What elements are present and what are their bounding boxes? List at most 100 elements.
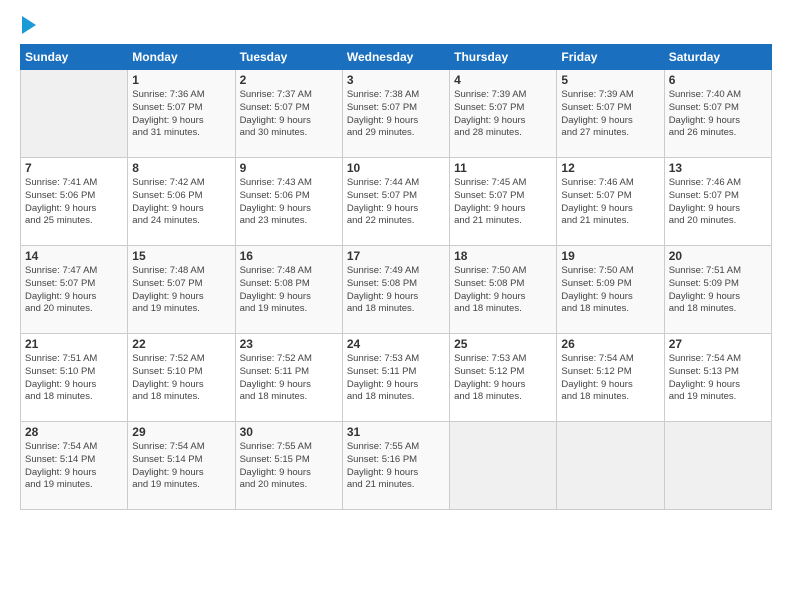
calendar-cell: 10Sunrise: 7:44 AMSunset: 5:07 PMDayligh… (342, 158, 449, 246)
weekday-wednesday: Wednesday (342, 45, 449, 70)
calendar-cell: 24 Sunrise: 7:53 AMSunset: 5:11 PMDayligh… (342, 334, 449, 422)
weekday-saturday: Saturday (664, 45, 771, 70)
day-number: 5 (561, 73, 659, 87)
day-info: Sunrise: 7:50 AMSunset: 5:08 PMDaylight:… (454, 265, 552, 316)
week-row-4: 28 Sunrise: 7:54 AMSunset: 5:14 PMDayligh… (21, 422, 772, 510)
calendar-cell: 12 Sunrise: 7:46 AMSunset: 5:07 PMDayligh… (557, 158, 664, 246)
day-number: 10 (347, 161, 445, 175)
calendar-cell: 14Sunrise: 7:47 AMSunset: 5:07 PMDayligh… (21, 246, 128, 334)
day-number: 16 (240, 249, 338, 263)
calendar-cell (450, 422, 557, 510)
day-info: Sunrise: 7:55 AMSunset: 5:16 PMDaylight:… (347, 441, 445, 492)
day-info: Sunrise: 7:54 AMSunset: 5:14 PMDaylight:… (132, 441, 230, 492)
day-number: 19 (561, 249, 659, 263)
day-info: Sunrise: 7:51 AMSunset: 5:10 PMDaylight:… (25, 353, 123, 404)
calendar-cell (557, 422, 664, 510)
day-info: Sunrise: 7:39 AMSunset: 5:07 PMDaylight:… (454, 89, 552, 140)
day-info: Sunrise: 7:37 AMSunset: 5:07 PMDaylight:… (240, 89, 338, 140)
calendar-cell: 11 Sunrise: 7:45 AMSunset: 5:07 PMDayligh… (450, 158, 557, 246)
day-number: 28 (25, 425, 123, 439)
day-number: 31 (347, 425, 445, 439)
calendar-cell: 26 Sunrise: 7:54 AMSunset: 5:12 PMDayligh… (557, 334, 664, 422)
day-number: 25 (454, 337, 552, 351)
day-info: Sunrise: 7:48 AMSunset: 5:07 PMDaylight:… (132, 265, 230, 316)
day-number: 9 (240, 161, 338, 175)
calendar-cell: 25 Sunrise: 7:53 AMSunset: 5:12 PMDayligh… (450, 334, 557, 422)
day-number: 22 (132, 337, 230, 351)
calendar-cell: 6 Sunrise: 7:40 AMSunset: 5:07 PMDaylight… (664, 70, 771, 158)
day-info: Sunrise: 7:43 AMSunset: 5:06 PMDaylight:… (240, 177, 338, 228)
day-number: 18 (454, 249, 552, 263)
calendar-cell: 3 Sunrise: 7:38 AMSunset: 5:07 PMDaylight… (342, 70, 449, 158)
day-number: 15 (132, 249, 230, 263)
day-info: Sunrise: 7:47 AMSunset: 5:07 PMDaylight:… (25, 265, 123, 316)
day-number: 23 (240, 337, 338, 351)
day-info: Sunrise: 7:49 AMSunset: 5:08 PMDaylight:… (347, 265, 445, 316)
weekday-monday: Monday (128, 45, 235, 70)
day-info: Sunrise: 7:53 AMSunset: 5:12 PMDaylight:… (454, 353, 552, 404)
day-info: Sunrise: 7:48 AMSunset: 5:08 PMDaylight:… (240, 265, 338, 316)
calendar: SundayMondayTuesdayWednesdayThursdayFrid… (20, 44, 772, 510)
day-number: 24 (347, 337, 445, 351)
page: SundayMondayTuesdayWednesdayThursdayFrid… (0, 0, 792, 612)
calendar-cell: 29Sunrise: 7:54 AMSunset: 5:14 PMDayligh… (128, 422, 235, 510)
calendar-cell: 16 Sunrise: 7:48 AMSunset: 5:08 PMDayligh… (235, 246, 342, 334)
day-number: 2 (240, 73, 338, 87)
calendar-cell: 7Sunrise: 7:41 AMSunset: 5:06 PMDaylight… (21, 158, 128, 246)
calendar-cell: 5 Sunrise: 7:39 AMSunset: 5:07 PMDaylight… (557, 70, 664, 158)
day-number: 3 (347, 73, 445, 87)
day-info: Sunrise: 7:38 AMSunset: 5:07 PMDaylight:… (347, 89, 445, 140)
day-info: Sunrise: 7:52 AMSunset: 5:10 PMDaylight:… (132, 353, 230, 404)
day-info: Sunrise: 7:39 AMSunset: 5:07 PMDaylight:… (561, 89, 659, 140)
day-number: 4 (454, 73, 552, 87)
day-info: Sunrise: 7:46 AMSunset: 5:07 PMDaylight:… (561, 177, 659, 228)
day-info: Sunrise: 7:50 AMSunset: 5:09 PMDaylight:… (561, 265, 659, 316)
calendar-cell: 23 Sunrise: 7:52 AMSunset: 5:11 PMDayligh… (235, 334, 342, 422)
calendar-cell: 19 Sunrise: 7:50 AMSunset: 5:09 PMDayligh… (557, 246, 664, 334)
day-info: Sunrise: 7:40 AMSunset: 5:07 PMDaylight:… (669, 89, 767, 140)
day-number: 8 (132, 161, 230, 175)
calendar-cell (664, 422, 771, 510)
weekday-tuesday: Tuesday (235, 45, 342, 70)
calendar-cell: 9 Sunrise: 7:43 AMSunset: 5:06 PMDaylight… (235, 158, 342, 246)
day-number: 6 (669, 73, 767, 87)
day-number: 1 (132, 73, 230, 87)
weekday-sunday: Sunday (21, 45, 128, 70)
header (20, 18, 772, 34)
day-info: Sunrise: 7:53 AMSunset: 5:11 PMDaylight:… (347, 353, 445, 404)
weekday-header-row: SundayMondayTuesdayWednesdayThursdayFrid… (21, 45, 772, 70)
day-number: 27 (669, 337, 767, 351)
day-info: Sunrise: 7:45 AMSunset: 5:07 PMDaylight:… (454, 177, 552, 228)
day-number: 7 (25, 161, 123, 175)
calendar-cell: 28 Sunrise: 7:54 AMSunset: 5:14 PMDayligh… (21, 422, 128, 510)
calendar-cell: 27Sunrise: 7:54 AMSunset: 5:13 PMDayligh… (664, 334, 771, 422)
day-number: 21 (25, 337, 123, 351)
day-number: 30 (240, 425, 338, 439)
calendar-cell: 30 Sunrise: 7:55 AMSunset: 5:15 PMDayligh… (235, 422, 342, 510)
calendar-cell (21, 70, 128, 158)
calendar-cell: 22 Sunrise: 7:52 AMSunset: 5:10 PMDayligh… (128, 334, 235, 422)
week-row-3: 21 Sunrise: 7:51 AMSunset: 5:10 PMDayligh… (21, 334, 772, 422)
day-number: 11 (454, 161, 552, 175)
logo-arrow-icon (22, 16, 36, 34)
calendar-cell: 18 Sunrise: 7:50 AMSunset: 5:08 PMDayligh… (450, 246, 557, 334)
calendar-cell: 31 Sunrise: 7:55 AMSunset: 5:16 PMDayligh… (342, 422, 449, 510)
weekday-thursday: Thursday (450, 45, 557, 70)
day-info: Sunrise: 7:55 AMSunset: 5:15 PMDaylight:… (240, 441, 338, 492)
calendar-cell: 8 Sunrise: 7:42 AMSunset: 5:06 PMDaylight… (128, 158, 235, 246)
day-number: 20 (669, 249, 767, 263)
calendar-cell: 13Sunrise: 7:46 AMSunset: 5:07 PMDayligh… (664, 158, 771, 246)
week-row-0: 1Sunrise: 7:36 AMSunset: 5:07 PMDaylight… (21, 70, 772, 158)
day-info: Sunrise: 7:54 AMSunset: 5:14 PMDaylight:… (25, 441, 123, 492)
day-info: Sunrise: 7:52 AMSunset: 5:11 PMDaylight:… (240, 353, 338, 404)
calendar-cell: 1Sunrise: 7:36 AMSunset: 5:07 PMDaylight… (128, 70, 235, 158)
day-number: 26 (561, 337, 659, 351)
calendar-cell: 17Sunrise: 7:49 AMSunset: 5:08 PMDayligh… (342, 246, 449, 334)
day-number: 12 (561, 161, 659, 175)
day-info: Sunrise: 7:54 AMSunset: 5:12 PMDaylight:… (561, 353, 659, 404)
day-info: Sunrise: 7:42 AMSunset: 5:06 PMDaylight:… (132, 177, 230, 228)
week-row-2: 14Sunrise: 7:47 AMSunset: 5:07 PMDayligh… (21, 246, 772, 334)
week-row-1: 7Sunrise: 7:41 AMSunset: 5:06 PMDaylight… (21, 158, 772, 246)
calendar-cell: 15 Sunrise: 7:48 AMSunset: 5:07 PMDayligh… (128, 246, 235, 334)
logo (20, 18, 36, 34)
